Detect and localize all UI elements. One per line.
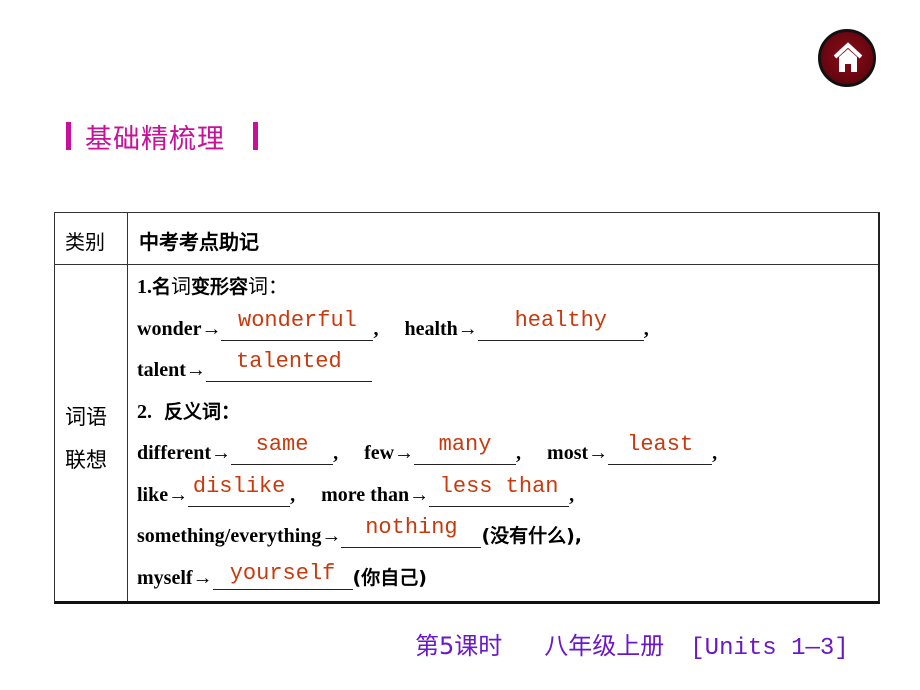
answer-text: least [627, 432, 694, 457]
item-word: more than→ [321, 483, 430, 506]
answer-blank[interactable]: less than [429, 474, 570, 507]
item-word: myself→ [137, 566, 213, 589]
item-suffix: , [712, 442, 718, 464]
answer-blank[interactable]: same [231, 432, 334, 465]
item-suffix: , [569, 483, 575, 506]
item-suffix: , [516, 442, 522, 464]
list-item: something/everything→ nothing (没有什么), [137, 511, 877, 553]
heading-bar-left [66, 122, 71, 150]
item-suffix: , [373, 317, 379, 340]
answer-text: wonderful [238, 307, 357, 333]
list-item: talent→ talented [137, 345, 877, 387]
list-item: like→ dislike , more than→ less than , [137, 469, 877, 511]
footer-caption: 第5课时 八年级上册 [Units 1—3] [415, 626, 849, 662]
answer-text: talented [236, 349, 342, 374]
answer-text: healthy [514, 307, 607, 333]
section-title: 基础精梳理 [85, 123, 225, 155]
section-heading: 基础精梳理 [66, 118, 258, 155]
list-item: wonder→ wonderful , health→ healthy , [137, 303, 877, 345]
vocab-table: 类别 中考考点助记 词语 联想 1.名词变形容词： wonder→ wonder… [54, 212, 880, 604]
content-cell: 1.名词变形容词： wonder→ wonderful , health→ he… [137, 274, 877, 594]
category-label-line2: 联想 [65, 448, 107, 472]
answer-text: many [438, 432, 492, 457]
answer-blank[interactable]: many [414, 432, 517, 465]
item-word: health→ [404, 317, 478, 340]
heading-bar-right [253, 122, 258, 150]
answer-text: yourself [229, 560, 336, 586]
list-item: myself→ yourself (你自己) [137, 552, 877, 594]
answer-text: less than [439, 473, 559, 499]
column-divider [127, 213, 128, 601]
item-word: different→ [137, 442, 232, 464]
answer-blank[interactable]: least [608, 432, 713, 465]
part2-title-line: 2. 反义词： [137, 386, 877, 428]
answer-blank[interactable]: wonderful [221, 308, 374, 341]
home-icon [833, 42, 863, 72]
answer-text: nothing [365, 515, 458, 540]
item-suffix: , [333, 442, 339, 464]
header-category: 类别 [65, 230, 105, 254]
item-word: something/everything→ [137, 525, 342, 547]
header-content: 中考考点助记 [139, 230, 259, 254]
answer-blank[interactable]: talented [205, 349, 372, 382]
footer-book: 八年级上册 [544, 632, 665, 660]
footer-units: [Units 1—3] [690, 635, 849, 662]
item-suffix: , [290, 483, 296, 506]
part1-title: 1.名词变形容词： [137, 270, 288, 299]
item-word: few→ [364, 442, 415, 464]
list-item: different→ same , few→ many , most→ leas… [137, 428, 877, 470]
item-word: talent→ [137, 359, 206, 381]
part2-title-num: 2. [137, 400, 152, 423]
answer-blank[interactable]: nothing [341, 515, 482, 548]
part1-title-line: 1.名词变形容词： [137, 274, 877, 303]
answer-blank[interactable]: yourself [212, 560, 353, 590]
answer-blank[interactable]: dislike [188, 474, 291, 507]
item-note: (你自己) [352, 566, 427, 589]
category-label-line1: 词语 [65, 405, 107, 429]
part1-title-text: 1.名词变形容词： [137, 274, 289, 298]
item-note: (没有什么), [481, 525, 583, 547]
answer-blank[interactable]: healthy [477, 308, 644, 341]
header-row-divider [55, 264, 878, 265]
answer-text: dislike [192, 473, 286, 499]
home-button[interactable] [818, 29, 876, 87]
answer-text: same [255, 432, 309, 457]
footer-lesson: 第5课时 [415, 632, 503, 660]
item-word: like→ [137, 483, 189, 506]
item-suffix: , [643, 317, 649, 340]
part2-title: 反义词： [164, 400, 241, 423]
item-word: wonder→ [137, 317, 222, 340]
item-word: most→ [547, 442, 609, 464]
